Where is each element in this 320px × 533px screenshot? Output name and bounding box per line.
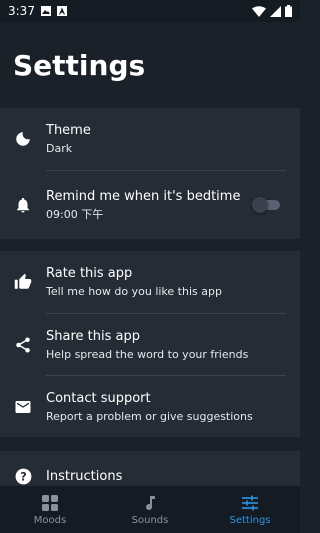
music-note-icon (141, 494, 159, 512)
help-icon: ? (13, 466, 33, 486)
status-bar: 3:37 (0, 0, 300, 22)
nav-sounds[interactable]: Sounds (100, 486, 200, 533)
font-icon (56, 6, 67, 16)
settings-group-help: ? Instructions (0, 451, 300, 486)
thumb-up-icon (13, 272, 33, 292)
svg-text:?: ? (20, 470, 26, 483)
nav-settings[interactable]: Settings (200, 486, 300, 533)
grid-icon (41, 494, 59, 512)
contact-support-setting[interactable]: Contact support Report a problem or give… (0, 376, 300, 437)
bell-icon (13, 195, 33, 215)
theme-title: Theme (46, 123, 91, 138)
settings-list: Theme Dark Remind me when it's bedtime 0… (0, 108, 300, 486)
nav-moods[interactable]: Moods (0, 486, 100, 533)
bedtime-title: Remind me when it's bedtime (46, 189, 241, 204)
battery-icon (285, 5, 292, 17)
theme-setting[interactable]: Theme Dark (0, 108, 300, 170)
bedtime-toggle[interactable] (252, 197, 282, 213)
signal-icon (270, 5, 281, 17)
settings-group-general: Theme Dark Remind me when it's bedtime 0… (0, 108, 300, 239)
app-header: Settings (0, 22, 300, 108)
bedtime-reminder-setting[interactable]: Remind me when it's bedtime 09:00 下午 (0, 171, 300, 239)
rate-subtitle: Tell me how do you like this app (46, 285, 222, 298)
settings-group-feedback: Rate this app Tell me how do you like th… (0, 251, 300, 437)
share-subtitle: Help spread the word to your friends (46, 347, 249, 361)
gallery-icon (40, 6, 51, 16)
theme-value: Dark (46, 142, 73, 155)
contact-subtitle: Report a problem or give suggestions (46, 409, 253, 423)
share-icon (13, 335, 33, 355)
page-title: Settings (13, 49, 146, 82)
wifi-icon (252, 5, 266, 17)
sliders-icon (241, 494, 259, 512)
share-app-setting[interactable]: Share this app Help spread the word to y… (0, 314, 300, 375)
toggle-thumb (252, 197, 268, 213)
mail-icon (13, 397, 33, 417)
instructions-setting[interactable]: ? Instructions (0, 451, 300, 486)
rate-app-setting[interactable]: Rate this app Tell me how do you like th… (0, 251, 300, 313)
rate-title: Rate this app (46, 266, 133, 281)
nav-settings-label: Settings (229, 514, 271, 526)
share-title: Share this app (46, 328, 140, 344)
moon-icon (13, 129, 33, 149)
bedtime-time: 09:00 下午 (46, 208, 104, 221)
nav-moods-label: Moods (33, 514, 67, 526)
bottom-navigation: Moods Sounds Settings (0, 486, 300, 533)
instructions-title: Instructions (46, 468, 123, 484)
contact-title: Contact support (46, 390, 151, 406)
status-time: 3:37 (8, 4, 35, 18)
nav-sounds-label: Sounds (131, 514, 169, 526)
